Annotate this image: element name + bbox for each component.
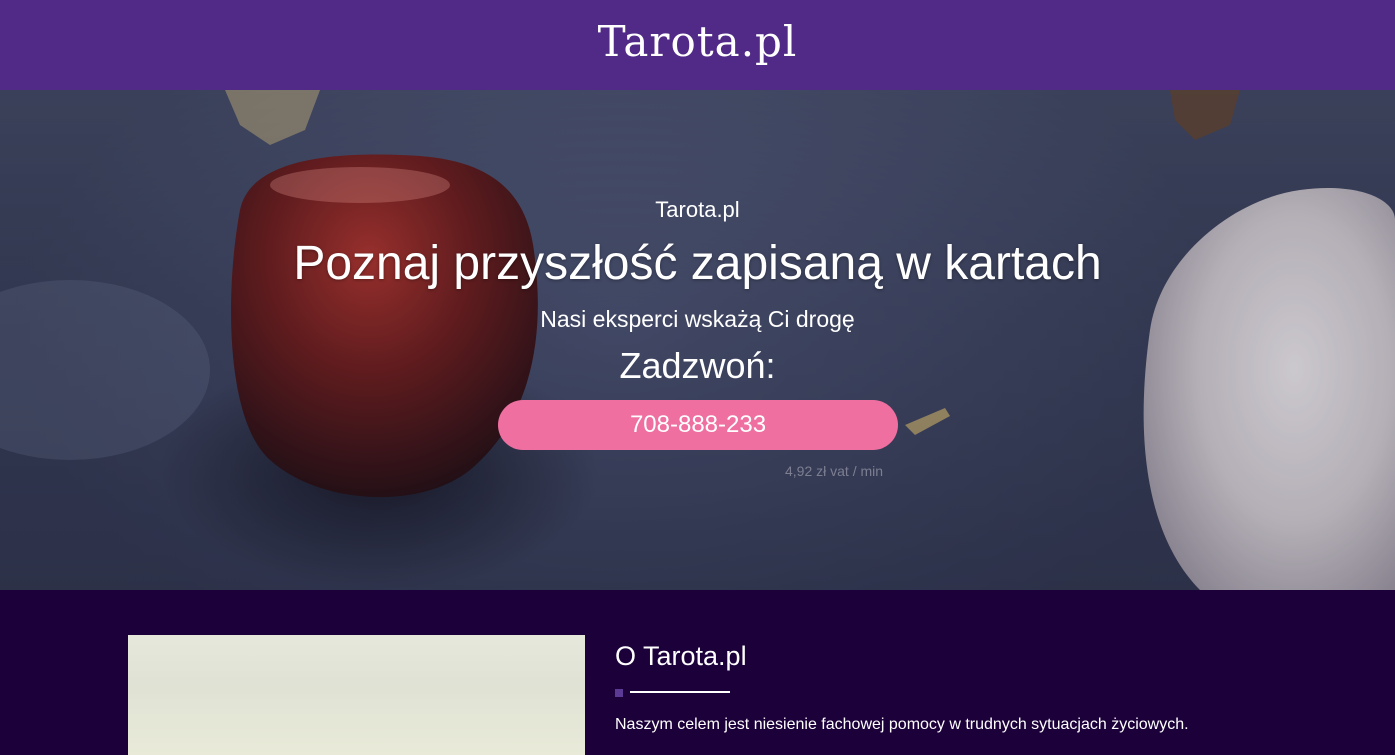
title-accent-square	[615, 689, 623, 697]
hero-kicker: Tarota.pl	[655, 197, 740, 222]
site-logo[interactable]: Tarota.pl	[0, 14, 1395, 70]
top-header: Tarota.pl	[0, 0, 1395, 90]
about-title: O Tarota.pl	[615, 641, 747, 671]
hero-overlay	[0, 90, 1395, 590]
hero-section: Tarota.pl Poznaj przyszłość zapisaną w k…	[0, 90, 1395, 590]
title-underline	[630, 691, 730, 693]
phone-call-button[interactable]: 708-888-233	[498, 400, 898, 450]
hero-title: Poznaj przyszłość zapisaną w kartach	[293, 237, 1102, 290]
about-image	[128, 635, 585, 755]
price-note: 4,92 zł vat / min	[785, 463, 884, 479]
call-label: Zadzwoń:	[619, 345, 776, 386]
hero-subtitle: Nasi eksperci wskażą Ci drogę	[540, 306, 855, 332]
about-text: Naszym celem jest niesienie fachowej pom…	[615, 716, 1189, 733]
